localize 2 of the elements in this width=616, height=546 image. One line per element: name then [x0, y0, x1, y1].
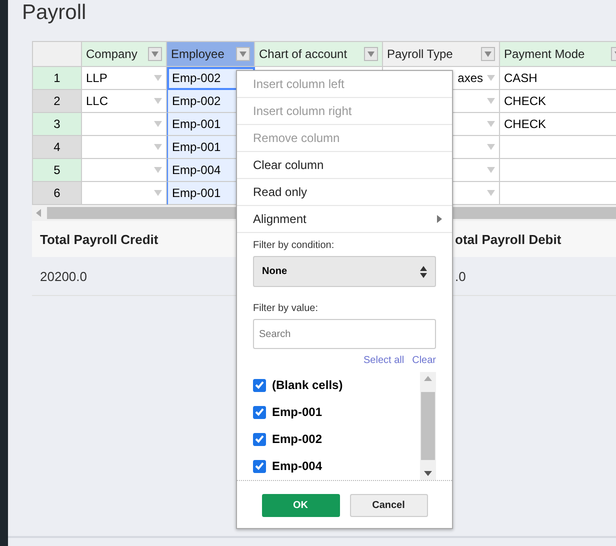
page-title: Payroll	[22, 1, 88, 26]
filter-value-label: Filter by value:	[253, 303, 320, 314]
